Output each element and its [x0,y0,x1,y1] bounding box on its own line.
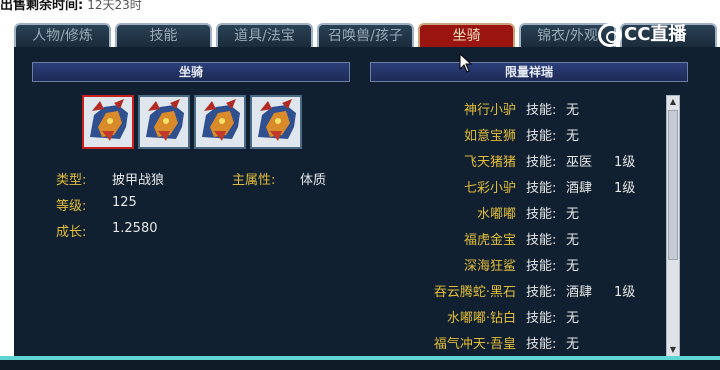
tab-mounts[interactable]: 坐骑 [418,23,515,47]
skill-value: 无 [566,207,580,222]
tab-summons[interactable]: 召唤兽/孩子 [317,23,414,47]
growth-label: 成长: [56,225,87,240]
scroll-down-arrow-icon[interactable]: ▼ [667,344,679,356]
sale-remaining-label: 出售剩余时间: [0,0,84,13]
type-value: 披甲战狼 [112,173,165,188]
list-scrollbar[interactable]: ▲ ▼ [666,95,680,357]
level-label: 等级: [56,199,87,214]
skill-label: 技能: [526,207,557,222]
mount-name: 七彩小驴 [463,181,516,196]
mount-slot-2[interactable] [138,95,190,149]
skill-label: 技能: [526,103,557,118]
scroll-thumb[interactable] [668,110,678,260]
tab-character[interactable]: 人物/修炼 [14,23,111,47]
mount-name: 福气冲天·吾皇 [433,337,516,352]
mount-beast-icon [196,97,244,147]
list-item[interactable]: 神行小驴 技能: 无 [354,99,654,119]
skill-value: 无 [566,103,580,118]
bottom-strip [0,360,720,370]
skill-value: 无 [566,259,580,274]
list-item[interactable]: 飞天猪猪 技能: 巫医 1级 [354,151,654,171]
skill-value: 无 [566,311,580,326]
cc-logo-icon [598,23,622,47]
skill-value: 酒肆 [566,285,593,300]
mount-name: 福虎金宝 [463,233,516,248]
watermark-text: CC直播 [624,24,687,45]
skill-label: 技能: [526,285,557,300]
skill-label: 技能: [526,337,557,352]
tab-items[interactable]: 道具/法宝 [216,23,313,47]
skill-label: 技能: [526,181,557,196]
mount-slot-3[interactable] [194,95,246,149]
skill-level: 1级 [614,285,636,300]
list-item[interactable]: 水嘟嘟·钻白 技能: 无 [354,307,654,327]
mount-beast-icon [140,97,188,147]
mount-name: 水嘟嘟 [476,207,516,222]
main-attr-label: 主属性: [232,173,276,188]
skill-value: 无 [566,129,580,144]
mount-name: 深海狂鲨 [463,259,516,274]
mount-name: 如意宝狮 [463,129,516,144]
limited-section-title: 限量祥瑞 [370,62,688,82]
tab-skills[interactable]: 技能 [115,23,212,47]
skill-label: 技能: [526,233,557,248]
skill-value: 无 [566,337,580,352]
skill-label: 技能: [526,311,557,326]
skill-value: 酒肆 [566,181,593,196]
mount-name: 水嘟嘟·钻白 [446,311,516,326]
skill-level: 1级 [614,155,636,170]
skill-value: 无 [566,233,580,248]
mount-slot-list [82,95,304,151]
mouse-pointer-icon [459,53,473,73]
mount-slot-1[interactable] [82,95,134,149]
skill-label: 技能: [526,259,557,274]
list-item[interactable]: 深海狂鲨 技能: 无 [354,255,654,275]
mount-name: 吞云腾蛇·黑石 [433,285,516,300]
skill-label: 技能: [526,155,557,170]
level-value: 125 [112,195,137,210]
growth-value: 1.2580 [112,221,158,236]
skill-value: 巫医 [566,155,593,170]
mount-name: 飞天猪猪 [463,155,516,170]
list-item[interactable]: 吞云腾蛇·黑石 技能: 酒肆 1级 [354,281,654,301]
mount-name: 神行小驴 [463,103,516,118]
mount-slot-4[interactable] [250,95,302,149]
scroll-up-arrow-icon[interactable]: ▲ [667,96,679,108]
sale-remaining-value: 12天23时 [87,0,142,12]
list-item[interactable]: 七彩小驴 技能: 酒肆 1级 [354,177,654,197]
list-item[interactable]: 福虎金宝 技能: 无 [354,229,654,249]
skill-level: 1级 [614,181,636,196]
sale-remaining-time: 出售剩余时间: 12天23时 [0,0,300,14]
list-item[interactable]: 如意宝狮 技能: 无 [354,125,654,145]
mount-panel: 坐骑 限量祥瑞 类型: 披甲战狼 主属性: 体质 等级: 125 成长: 1.2… [14,47,720,360]
type-label: 类型: [56,173,87,188]
cc-live-watermark: CC直播 [598,20,708,50]
skill-label: 技能: [526,129,557,144]
list-item[interactable]: 福气冲天·吾皇 技能: 无 [354,333,654,353]
limited-mount-list: 神行小驴 技能: 无 如意宝狮 技能: 无 飞天猪猪 技能: 巫医 1级 七彩小… [354,95,654,357]
mount-section-title: 坐骑 [32,62,350,82]
mount-beast-icon [84,97,132,147]
main-attr-value: 体质 [300,173,327,188]
list-item[interactable]: 水嘟嘟 技能: 无 [354,203,654,223]
mount-beast-icon [252,97,300,147]
